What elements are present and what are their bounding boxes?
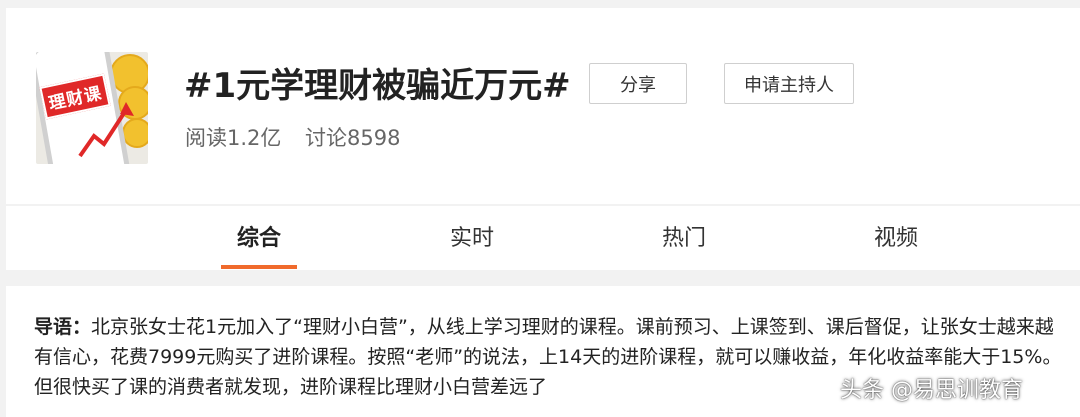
topic-title: #1元学理财被骗近万元#: [184, 66, 571, 106]
active-tab-indicator: [221, 265, 297, 269]
tab-hot[interactable]: 热门: [662, 224, 706, 254]
intro-label: 导语：: [34, 316, 92, 338]
topic-cover-image: 理财课: [36, 52, 148, 164]
tab-comprehensive[interactable]: 综合: [237, 224, 281, 254]
tab-video[interactable]: 视频: [874, 224, 918, 254]
share-button[interactable]: 分享: [589, 63, 687, 104]
read-count: 阅读1.2亿: [185, 126, 282, 150]
tab-bar: 综合 实时 热门 视频: [6, 206, 1080, 270]
discussion-count: 讨论8598: [305, 126, 401, 150]
apply-host-button[interactable]: 申请主持人: [724, 63, 854, 104]
watermark: 头条 @易思训教育: [840, 378, 1023, 403]
tab-realtime[interactable]: 实时: [450, 224, 494, 254]
